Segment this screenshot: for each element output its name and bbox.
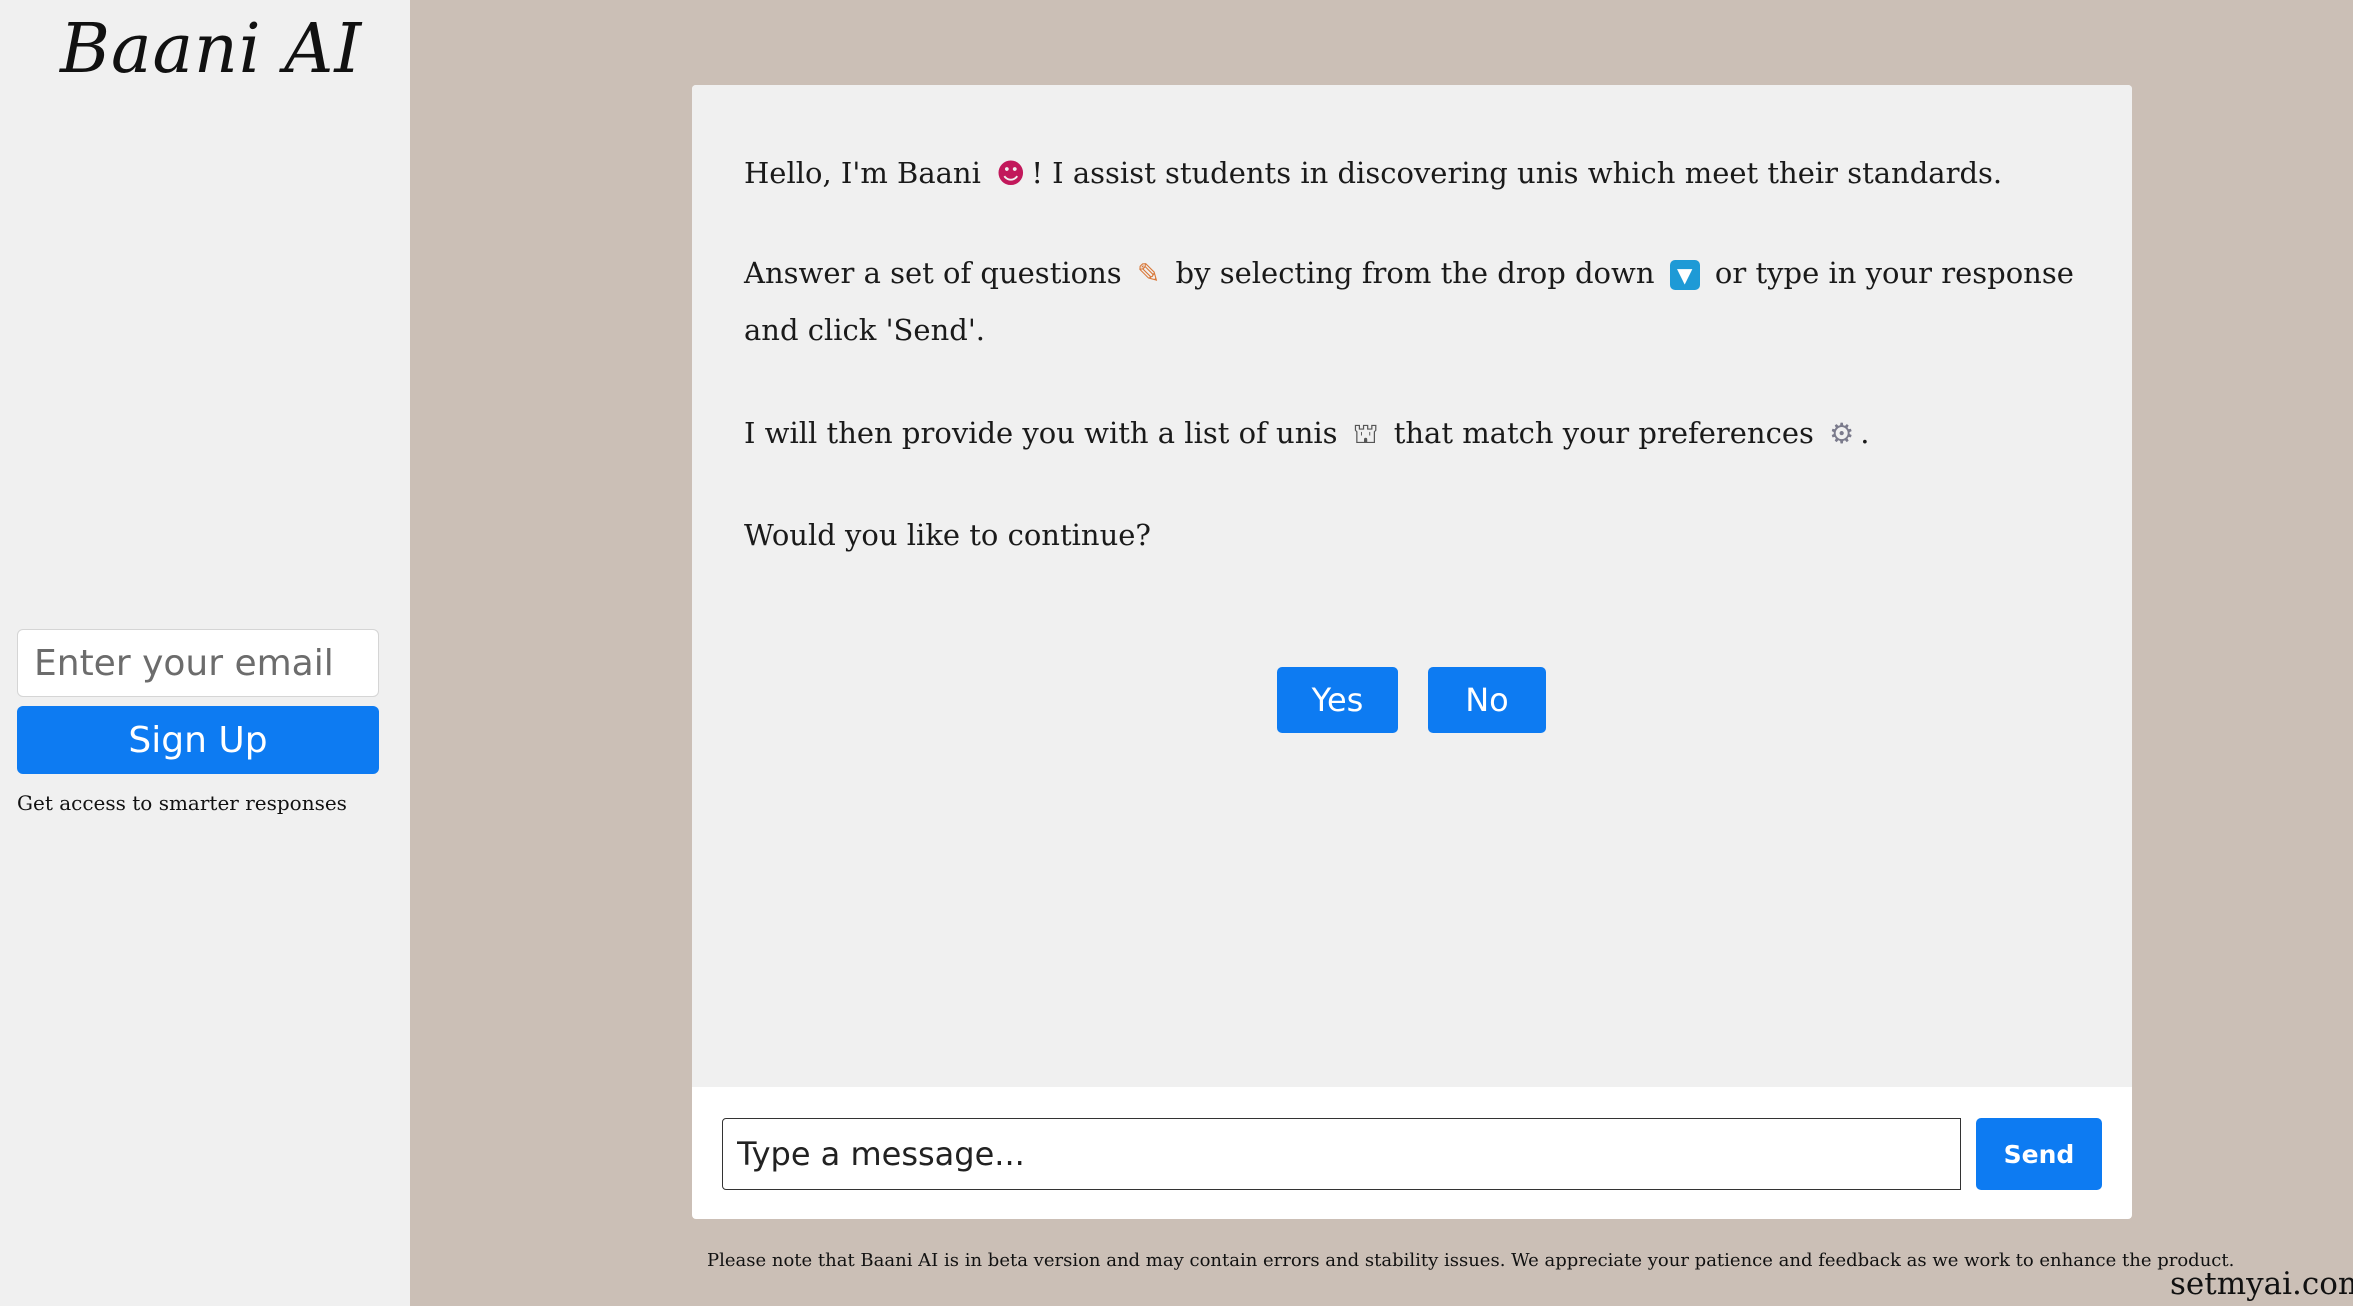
robot-icon: ☻: [996, 157, 1026, 190]
send-button[interactable]: Send: [1976, 1118, 2102, 1190]
message-input[interactable]: [722, 1118, 1961, 1190]
message-text: by selecting from the drop down: [1166, 256, 1664, 290]
no-button[interactable]: No: [1428, 667, 1546, 733]
memo-icon: ✎: [1136, 257, 1161, 290]
sidebar: Baani AI Sign Up Get access to smarter r…: [0, 0, 410, 1306]
beta-disclaimer: Please note that Baani AI is in beta ver…: [707, 1250, 2235, 1271]
message-text: Hello, I'm Baani: [744, 156, 991, 190]
message-text: that match your preferences: [1384, 416, 1824, 450]
chat-messages: Hello, I'm Baani ☻! I assist students in…: [692, 85, 2132, 1087]
bot-message-question: Would you like to continue?: [744, 507, 2084, 564]
bot-message-results: I will then provide you with a list of u…: [744, 405, 2084, 462]
chat-panel: Hello, I'm Baani ☻! I assist students in…: [692, 85, 2132, 1219]
bot-message-instructions: Answer a set of questions ✎ by selecting…: [744, 245, 2084, 359]
yes-button[interactable]: Yes: [1277, 667, 1398, 733]
message-text: .: [1860, 416, 1870, 450]
message-text: ! I assist students in discovering unis …: [1031, 156, 2003, 190]
email-input[interactable]: [17, 629, 379, 697]
down-arrow-button-icon: ▼: [1669, 260, 1700, 290]
message-text: Would you like to continue?: [744, 518, 1151, 552]
message-text: Answer a set of questions: [744, 256, 1131, 290]
gear-icon: ⚙: [1829, 417, 1855, 450]
watermark: setmyai.com: [2170, 1266, 2353, 1302]
classical-building-icon: ⛫: [1352, 417, 1379, 450]
sign-up-button[interactable]: Sign Up: [17, 706, 379, 774]
bot-message-intro: Hello, I'm Baani ☻! I assist students in…: [744, 145, 2084, 202]
signup-note: Get access to smarter responses: [17, 791, 347, 815]
message-text: I will then provide you with a list of u…: [744, 416, 1347, 450]
app-logo: Baani AI: [60, 10, 363, 89]
